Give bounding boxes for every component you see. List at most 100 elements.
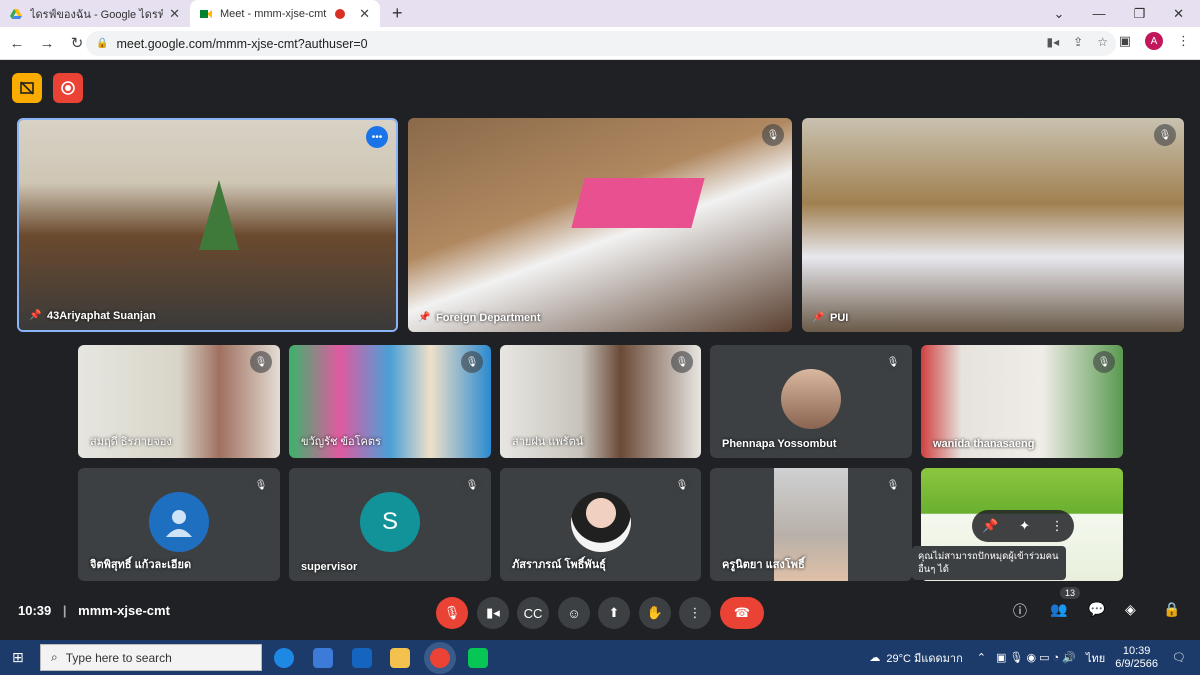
- taskbar-search[interactable]: ⌕ Type here to search: [40, 644, 262, 671]
- google-drive-icon: [10, 8, 22, 19]
- address-bar[interactable]: 🔒 meet.google.com/mmm-xjse-cmt?authuser=…: [86, 31, 1116, 56]
- file-explorer-icon[interactable]: [390, 648, 410, 668]
- bookmark-star-icon[interactable]: ☆: [1097, 35, 1108, 49]
- profile-avatar[interactable]: A: [1145, 32, 1163, 50]
- participant-name: wanida thanasaeng: [933, 438, 1035, 450]
- store-icon[interactable]: [313, 648, 333, 668]
- mic-off-icon: 🎙: [461, 351, 483, 373]
- line-icon[interactable]: [468, 648, 488, 668]
- windows-start-icon[interactable]: ⊞: [12, 649, 24, 666]
- video-tile[interactable]: 🎙 สายฝน แพรัตน์: [500, 345, 701, 458]
- restore-icon[interactable]: ❐: [1133, 6, 1145, 22]
- activities-icon[interactable]: ◈: [1125, 601, 1136, 618]
- pin-icon[interactable]: 📌: [812, 312, 824, 323]
- tab-title: ไดรฟ์ของฉัน - Google ไดรฟ์: [30, 8, 164, 21]
- tab-search-icon[interactable]: ⌄: [1054, 6, 1065, 22]
- meet-stage: ••• 📌 43Ariyaphat Suanjan 🎙 📌 Foreign De…: [0, 60, 1200, 640]
- mic-off-button[interactable]: 🎙: [436, 597, 468, 629]
- video-tile[interactable]: 🎙 ภัสราภรณ์ โพธิ์พันธุ์: [500, 468, 701, 581]
- toolbar-right: ▣ A ⋮: [1119, 32, 1190, 50]
- mic-off-icon: 🎙: [250, 474, 272, 496]
- video-tile[interactable]: 🎙 📌 Foreign Department: [408, 118, 792, 332]
- captions-off-icon[interactable]: [12, 73, 42, 103]
- more-menu-icon[interactable]: ⋮: [1177, 33, 1190, 49]
- mic-off-icon: 🎙: [882, 474, 904, 496]
- edge-icon[interactable]: [274, 648, 294, 668]
- forward-icon[interactable]: →: [34, 35, 60, 52]
- pin-icon[interactable]: 📌: [982, 518, 998, 534]
- emoji-button[interactable]: ☺: [558, 597, 590, 629]
- participant-name: สมฤดี ธิรภายจอง: [90, 436, 172, 448]
- weather-text: 29°C มีแดดมาก: [886, 652, 963, 665]
- language-indicator[interactable]: ไทย: [1086, 649, 1105, 667]
- video-tile[interactable]: 🎙 Phennapa Yossombut: [710, 345, 912, 458]
- clock[interactable]: 10:39 6/9/2566: [1115, 645, 1158, 671]
- close-icon[interactable]: ✕: [169, 6, 180, 22]
- mic-off-icon: 🎙: [1093, 351, 1115, 373]
- back-icon[interactable]: ←: [4, 35, 30, 52]
- info-icon[interactable]: ⓘ: [1013, 601, 1027, 621]
- person-avatar-icon: [149, 492, 209, 553]
- more-options-icon[interactable]: ⋮: [1051, 518, 1064, 534]
- video-tile[interactable]: 🎙 📌 PUI: [802, 118, 1184, 332]
- pin-icon[interactable]: 📌: [29, 310, 41, 321]
- mic-off-icon: 🎙: [1154, 124, 1176, 146]
- effects-icon[interactable]: ✦: [1019, 518, 1030, 534]
- video-tile[interactable]: 🎙 wanida thanasaeng: [921, 345, 1123, 458]
- mail-icon[interactable]: [352, 648, 372, 668]
- camera-button[interactable]: ▮◂: [477, 597, 509, 629]
- video-tile[interactable]: S 🎙 supervisor: [289, 468, 491, 581]
- raise-hand-button[interactable]: ✋: [639, 597, 671, 629]
- lock-icon[interactable]: 🔒: [96, 38, 108, 49]
- pin-icon[interactable]: 📌: [418, 312, 430, 323]
- participant-name: PUI: [830, 312, 849, 324]
- close-window-icon[interactable]: ✕: [1173, 6, 1184, 22]
- participant-name: ครูนิตยา แสงโพธิ์: [722, 559, 805, 571]
- sidepanel-icon[interactable]: ▣: [1119, 33, 1131, 49]
- video-tile[interactable]: 🎙 ครูนิตยา แสงโพธิ์: [710, 468, 912, 581]
- people-icon[interactable]: 👥: [1050, 601, 1067, 618]
- new-tab-button[interactable]: +: [392, 0, 403, 27]
- minimize-icon[interactable]: —: [1092, 6, 1105, 21]
- google-meet-icon: [200, 9, 212, 18]
- host-controls-icon[interactable]: 🔒: [1163, 601, 1180, 618]
- more-options-button[interactable]: ⋮: [679, 597, 711, 629]
- meeting-time: 10:39: [18, 603, 52, 618]
- meet-control-bar: 10:39 | mmm-xjse-cmt 🎙 ▮◂ CC ☺ ⬆ ✋ ⋮ ☎ ⓘ…: [0, 582, 1200, 640]
- video-tile[interactable]: ••• 📌 43Ariyaphat Suanjan: [17, 118, 398, 332]
- close-icon[interactable]: ✕: [359, 6, 370, 22]
- chat-icon[interactable]: 💬: [1088, 601, 1105, 618]
- video-tile[interactable]: 🎙 ขวัญรัช ข้อโคตร: [289, 345, 491, 458]
- mic-off-icon: 🎙: [250, 351, 272, 373]
- participant-name: ขวัญรัช ข้อโคตร: [301, 436, 381, 448]
- video-tile[interactable]: 🎙 สมฤดี ธิรภายจอง: [78, 345, 280, 458]
- tab-google-drive[interactable]: ไดรฟ์ของฉัน - Google ไดรฟ์ ✕: [0, 0, 190, 27]
- participant-name: 43Ariyaphat Suanjan: [47, 310, 156, 322]
- captions-button[interactable]: CC: [517, 597, 549, 629]
- leave-call-button[interactable]: ☎: [720, 597, 764, 629]
- present-button[interactable]: ⬆: [598, 597, 630, 629]
- tray-icons[interactable]: ▣ 🎙 ◉ ▭ ◔ 🔊: [996, 651, 1076, 664]
- tab-meet[interactable]: Meet - mmm-xjse-cmt ✕: [190, 0, 380, 27]
- camera-icon[interactable]: ▮◂: [1047, 35, 1060, 49]
- tab-title: Meet - mmm-xjse-cmt: [220, 7, 327, 20]
- more-options-icon[interactable]: •••: [366, 126, 388, 148]
- share-icon[interactable]: ⇪: [1073, 35, 1083, 49]
- recording-icon: [335, 8, 346, 19]
- participant-photo: [781, 369, 841, 430]
- participant-photo: [570, 492, 631, 553]
- participant-count-badge: 13: [1060, 587, 1081, 599]
- participant-name: จิตพิสุทธิ์ แก้วละเอียด: [90, 559, 192, 571]
- windows-taskbar: ⊞ ⌕ Type here to search ☁ 29°C มีแดดมาก …: [0, 640, 1200, 675]
- recording-indicator-icon[interactable]: [53, 73, 83, 103]
- chrome-icon[interactable]: [430, 648, 450, 668]
- meeting-code: mmm-xjse-cmt: [78, 603, 170, 618]
- hall-video: [802, 118, 1184, 332]
- participant-name: ภัสราภรณ์ โพธิ์พันธุ์: [512, 559, 606, 571]
- show-hidden-icon[interactable]: ⌃: [977, 651, 986, 664]
- mic-off-icon: 🎙: [671, 351, 693, 373]
- notification-icon[interactable]: 🗨: [1172, 651, 1186, 664]
- tile-hover-controls: 📌 ✦ ⋮: [972, 510, 1074, 542]
- participant-name: สายฝน แพรัตน์: [512, 436, 584, 448]
- video-tile[interactable]: 🎙 จิตพิสุทธิ์ แก้วละเอียด: [78, 468, 280, 581]
